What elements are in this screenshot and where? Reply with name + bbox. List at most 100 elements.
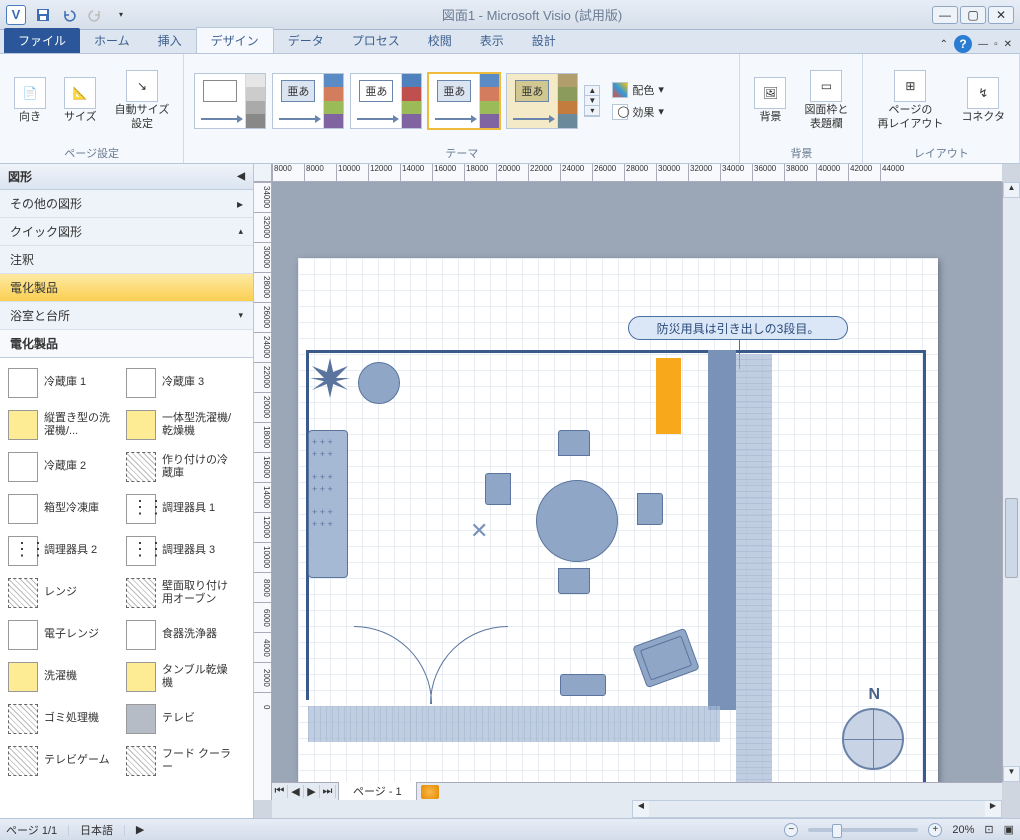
vscroll-thumb[interactable] — [1005, 498, 1018, 578]
shape-item[interactable]: フード クーラー — [122, 740, 240, 782]
shape-item[interactable]: 電子レンジ — [4, 614, 122, 656]
deck-vertical[interactable] — [736, 354, 772, 782]
sofa-shape[interactable] — [308, 430, 348, 578]
page-tab-1[interactable]: ページ - 1 — [338, 782, 417, 801]
drawing-page[interactable]: 防災用具は引き出しの3段目。 ✕ — [298, 258, 938, 782]
small-table[interactable] — [358, 362, 400, 404]
connectors-button[interactable]: ↯コネクタ — [955, 75, 1011, 126]
scroll-right-icon[interactable]: ▶ — [985, 801, 1001, 817]
fullscreen-icon[interactable]: ▣ — [1004, 823, 1014, 836]
orientation-button[interactable]: 📄向き — [8, 75, 52, 126]
shapes-collapse-icon[interactable]: ◀ — [237, 171, 245, 182]
shape-item[interactable]: 冷蔵庫 3 — [122, 362, 240, 404]
vertical-scrollbar[interactable]: ▲ ▼ — [1002, 182, 1020, 782]
stencil-appliances[interactable]: 電化製品 — [0, 274, 253, 302]
round-table[interactable] — [536, 480, 618, 562]
compass-shape[interactable] — [842, 708, 904, 770]
theme-item-2[interactable]: 亜あ — [272, 73, 344, 129]
colors-button[interactable]: 配色 ▾ — [608, 80, 668, 100]
cabinet-shape[interactable] — [656, 358, 681, 434]
tab-review[interactable]: 校閲 — [414, 28, 466, 53]
shape-item[interactable]: 壁面取り付け用オーブン — [122, 572, 240, 614]
chair-left[interactable] — [485, 473, 511, 505]
theme-item-1[interactable] — [194, 73, 266, 129]
background-button[interactable]: 🖼背景 — [748, 75, 792, 126]
shape-item[interactable]: 縦置き型の洗濯機/... — [4, 404, 122, 446]
shape-item[interactable]: 食器洗浄器 — [122, 614, 240, 656]
page-first-icon[interactable]: ⏮ — [272, 785, 288, 798]
zoom-slider[interactable] — [808, 828, 918, 832]
help-icon[interactable]: ? — [954, 35, 972, 53]
insert-page-icon[interactable] — [421, 785, 439, 799]
page-last-icon[interactable]: ⏭ — [320, 785, 336, 798]
shape-item[interactable]: 調理器具 3 — [122, 530, 240, 572]
effects-button[interactable]: ◯効果 ▾ — [608, 102, 668, 122]
deck-horizontal[interactable] — [308, 706, 720, 742]
chair-bottom[interactable] — [558, 568, 590, 594]
shape-item[interactable]: 調理器具 2 — [4, 530, 122, 572]
stencil-bath-kitchen[interactable]: 浴室と台所▾ — [0, 302, 253, 330]
shape-item[interactable]: テレビゲーム — [4, 740, 122, 782]
chair-top[interactable] — [558, 430, 590, 456]
sink-shape[interactable] — [560, 674, 606, 696]
stencil-quick-shapes[interactable]: クイック図形▴ — [0, 218, 253, 246]
macro-record-icon[interactable]: ▶ — [136, 823, 144, 836]
page-prev-icon[interactable]: ◀ — [288, 785, 304, 798]
close-button[interactable]: ✕ — [988, 6, 1014, 24]
page-next-icon[interactable]: ▶ — [304, 785, 320, 798]
scroll-left-icon[interactable]: ◀ — [633, 801, 649, 817]
scroll-down-icon[interactable]: ▼ — [1003, 766, 1020, 782]
tab-design[interactable]: デザイン — [196, 27, 274, 53]
border-title-button[interactable]: ▭図面枠と 表題欄 — [798, 68, 854, 132]
shape-item[interactable]: 洗濯機 — [4, 656, 122, 698]
hscroll-track[interactable] — [649, 801, 985, 817]
tab-home[interactable]: ホーム — [80, 28, 144, 53]
doc-minimize-icon[interactable]: — — [978, 39, 988, 50]
size-button[interactable]: 📐サイズ — [58, 75, 103, 126]
vscroll-track[interactable] — [1003, 198, 1020, 766]
callout-shape[interactable]: 防災用具は引き出しの3段目。 — [628, 316, 848, 340]
qat-customize-icon[interactable]: ▾ — [110, 4, 132, 26]
maximize-button[interactable]: ▢ — [960, 6, 986, 24]
gallery-up-icon[interactable]: ▲ — [585, 86, 599, 96]
interior-wall[interactable] — [708, 350, 736, 710]
scroll-up-icon[interactable]: ▲ — [1003, 182, 1020, 198]
tab-process[interactable]: プロセス — [338, 28, 414, 53]
minimize-button[interactable]: — — [932, 6, 958, 24]
gallery-more-icon[interactable]: ▾ — [585, 106, 599, 116]
x-mark-shape[interactable]: ✕ — [470, 518, 488, 544]
tab-view[interactable]: 表示 — [466, 28, 518, 53]
shape-item[interactable]: テレビ — [122, 698, 240, 740]
theme-item-3[interactable]: 亜あ — [350, 73, 422, 129]
stencil-annotations[interactable]: 注釈 — [0, 246, 253, 274]
tab-plan[interactable]: 設計 — [518, 28, 570, 53]
shape-item[interactable]: 作り付けの冷蔵庫 — [122, 446, 240, 488]
zoom-level[interactable]: 20% — [952, 824, 974, 836]
shape-item[interactable]: 一体型洗濯機/乾燥機 — [122, 404, 240, 446]
tab-data[interactable]: データ — [274, 28, 338, 53]
shape-item[interactable]: タンブル乾燥機 — [122, 656, 240, 698]
tab-file[interactable]: ファイル — [4, 28, 80, 53]
ribbon-min-icon[interactable]: ⌃ — [940, 39, 948, 50]
tab-insert[interactable]: 挿入 — [144, 28, 196, 53]
zoom-in-button[interactable]: + — [928, 823, 942, 837]
zoom-out-button[interactable]: − — [784, 823, 798, 837]
theme-item-4[interactable]: 亜あ — [428, 73, 500, 129]
stencil-more-shapes[interactable]: その他の図形▸ — [0, 190, 253, 218]
gallery-scroll[interactable]: ▲▼▾ — [584, 85, 600, 117]
shape-item[interactable]: ゴミ処理機 — [4, 698, 122, 740]
autosize-button[interactable]: ↘自動サイズ 設定 — [109, 68, 176, 132]
canvas-viewport[interactable]: 防災用具は引き出しの3段目。 ✕ — [272, 182, 1002, 782]
chair-right[interactable] — [637, 493, 663, 525]
horizontal-scrollbar[interactable]: ◀ ▶ — [632, 800, 1002, 818]
relayout-button[interactable]: ⊞ページの 再レイアウト — [871, 68, 949, 132]
fit-window-icon[interactable]: ⊡ — [984, 823, 993, 836]
shape-item[interactable]: 調理器具 1 — [122, 488, 240, 530]
save-icon[interactable] — [32, 4, 54, 26]
redo-icon[interactable] — [84, 4, 106, 26]
theme-item-5[interactable]: 亜あ — [506, 73, 578, 129]
undo-icon[interactable] — [58, 4, 80, 26]
gallery-down-icon[interactable]: ▼ — [585, 96, 599, 106]
shape-item[interactable]: 箱型冷凍庫 — [4, 488, 122, 530]
shape-item[interactable]: レンジ — [4, 572, 122, 614]
